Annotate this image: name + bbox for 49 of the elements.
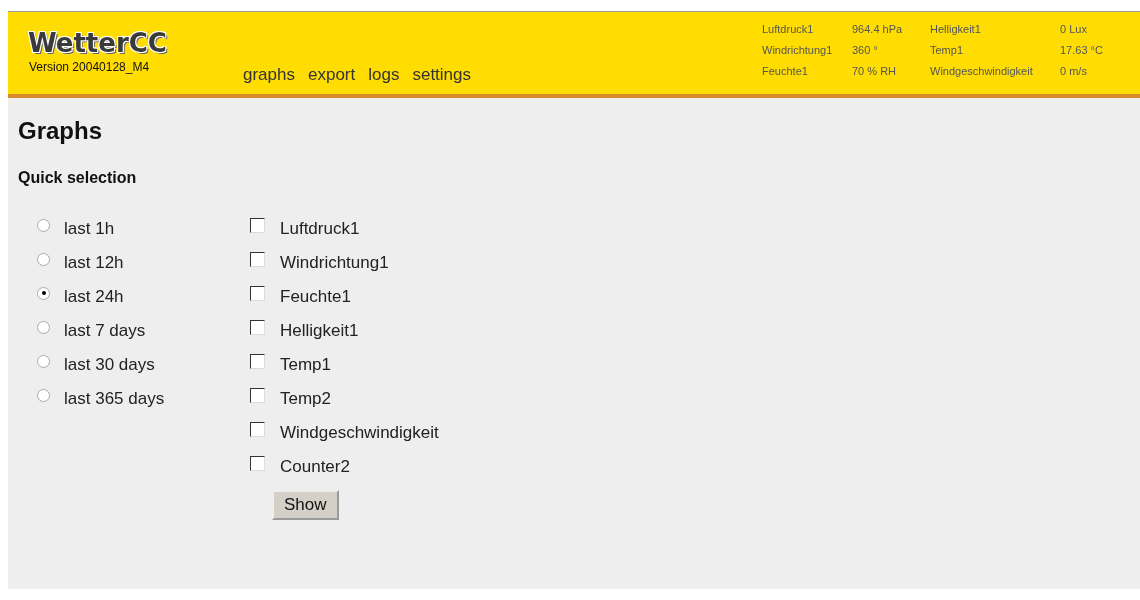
page-title: Graphs <box>18 117 104 145</box>
radio-button[interactable] <box>37 286 50 300</box>
checkbox[interactable] <box>250 353 265 369</box>
reading-value: 70 % RH <box>852 64 898 78</box>
radio-button[interactable] <box>37 218 50 232</box>
reading-label: Windrichtung1 <box>762 43 834 57</box>
reading-label: Helligkeit1 <box>930 22 982 36</box>
nav-link[interactable]: graphs <box>243 65 295 85</box>
checkbox[interactable] <box>250 217 265 233</box>
radio-button[interactable] <box>37 252 50 266</box>
reading-value: 360 ° <box>852 43 879 57</box>
checkbox[interactable] <box>250 455 265 471</box>
reading-value: 964.4 hPa <box>852 22 904 36</box>
checkbox[interactable] <box>250 251 265 267</box>
radio-button[interactable] <box>37 388 50 402</box>
radio-label: last 30 days <box>64 355 155 375</box>
nav-link[interactable]: logs <box>368 65 400 85</box>
checkbox-label: Temp1 <box>280 355 332 375</box>
nav-link[interactable]: export <box>308 65 356 85</box>
logo: WetterCC <box>28 28 168 58</box>
section-title: Quick selection <box>18 169 138 187</box>
checkbox-label: Helligkeit1 <box>280 321 359 341</box>
checkbox-label: Counter2 <box>280 457 350 477</box>
checkbox-label: Temp2 <box>280 389 332 409</box>
radio-button[interactable] <box>37 320 50 334</box>
checkbox[interactable] <box>250 285 265 301</box>
checkbox[interactable] <box>250 319 265 335</box>
radio-label: last 1h <box>64 219 115 239</box>
radio-button[interactable] <box>37 354 50 368</box>
version-label: Version 20040128_M4 <box>28 60 151 74</box>
reading-label: Windgeschwindigkeit <box>930 64 1034 78</box>
reading-value: 0 Lux <box>1060 22 1088 36</box>
checkbox[interactable] <box>250 387 265 403</box>
radio-label: last 365 days <box>64 389 165 409</box>
reading-value: 0 m/s <box>1060 64 1088 78</box>
nav-link[interactable]: settings <box>412 65 471 85</box>
reading-value: 17.63 °C <box>1060 43 1104 57</box>
reading-label: Luftdruck1 <box>762 22 815 36</box>
checkbox-label: Windgeschwindigkeit <box>280 423 439 443</box>
reading-label: Temp1 <box>930 43 965 57</box>
checkbox[interactable] <box>250 421 265 437</box>
radio-label: last 24h <box>64 287 124 307</box>
checkbox-label: Luftdruck1 <box>280 219 360 239</box>
checkbox-label: Feuchte1 <box>280 287 351 307</box>
show-button[interactable]: Show <box>272 490 339 520</box>
radio-label: last 7 days <box>64 321 146 341</box>
radio-label: last 12h <box>64 253 124 273</box>
reading-label: Feuchte1 <box>762 64 809 78</box>
checkbox-label: Windrichtung1 <box>280 253 389 273</box>
